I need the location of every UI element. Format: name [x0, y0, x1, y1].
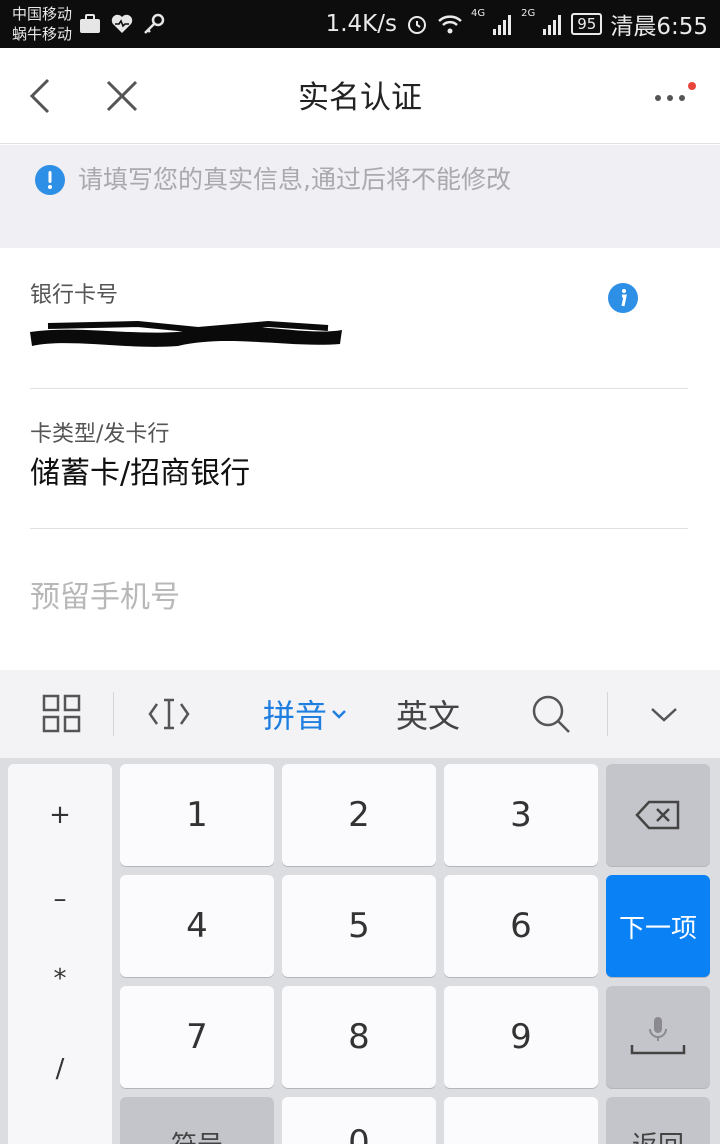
info-icon[interactable]: [608, 283, 638, 313]
heart-rate-icon: [111, 14, 133, 33]
notification-icons: [78, 12, 166, 36]
carrier-2: 蜗牛移动: [12, 25, 73, 43]
key-1[interactable]: 1: [120, 764, 274, 866]
card-number-label: 银行卡号: [30, 283, 119, 308]
key-icon: [144, 13, 165, 34]
key-4[interactable]: 4: [120, 875, 274, 977]
cursor-button[interactable]: [128, 670, 210, 758]
clock: 清晨6:55: [610, 14, 708, 40]
verification-form: 银行卡号 卡类型/发卡行 储蓄卡/招商银行 预留手机号: [0, 248, 720, 670]
more-options-icon[interactable]: [648, 78, 698, 114]
network-2g: 2G: [521, 8, 536, 19]
symbol-divide[interactable]: /: [8, 1054, 112, 1084]
card-type-label: 卡类型/发卡行: [30, 422, 170, 447]
signal-icon: [493, 15, 512, 35]
card-type-value: 储蓄卡/招商银行: [30, 456, 251, 491]
network-speed: 1.4K/s: [325, 11, 397, 37]
chevron-down-icon: [332, 710, 346, 719]
voice-space-key[interactable]: [606, 986, 710, 1088]
key-5[interactable]: 5: [282, 875, 436, 977]
toolbar-separator: [607, 692, 608, 736]
space-key[interactable]: [444, 1097, 598, 1144]
redacted-card-number: [30, 320, 342, 347]
search-icon: [532, 695, 570, 733]
notice-text: 请填写您的真实信息,通过后将不能修改: [78, 165, 511, 194]
signal-icon-2: [543, 15, 562, 35]
page-title: 实名认证: [298, 80, 422, 116]
key-2[interactable]: 2: [282, 764, 436, 866]
backspace-key[interactable]: [606, 764, 710, 866]
numeric-keyboard: + – * / . 1 2 3 4 5 6 下一项 7 8 9 符号 0 返回: [0, 758, 720, 1144]
grid-menu-button[interactable]: [22, 670, 102, 758]
status-bar: 中国移动 蜗牛移动 1.4K/s 4G 2G 95 清晨6:55: [0, 0, 720, 48]
card-type-field[interactable]: 卡类型/发卡行 储蓄卡/招商银行: [30, 420, 688, 494]
carrier-1: 中国移动: [12, 5, 73, 23]
next-field-button[interactable]: 下一项: [606, 875, 710, 977]
divider: [30, 528, 688, 529]
english-label: 英文: [395, 697, 460, 735]
english-mode-button[interactable]: 英文: [380, 670, 476, 758]
backspace-icon: [635, 800, 680, 830]
keyboard-toolbar: 拼音 英文: [0, 670, 720, 758]
key-8[interactable]: 8: [282, 986, 436, 1088]
divider: [30, 388, 688, 389]
key-3[interactable]: 3: [444, 764, 598, 866]
notice-banner: 请填写您的真实信息,通过后将不能修改: [0, 145, 720, 248]
collapse-keyboard-button[interactable]: [628, 670, 700, 758]
status-right: 1.4K/s 4G 2G 95 清晨6:55: [326, 8, 708, 40]
cursor-icon: [148, 698, 190, 730]
network-4g: 4G: [471, 8, 486, 19]
card-number-field[interactable]: 银行卡号: [30, 281, 688, 311]
pinyin-mode-button[interactable]: 拼音: [250, 670, 360, 758]
alert-icon: [35, 165, 65, 195]
symbol-plus[interactable]: +: [8, 800, 112, 830]
key-7[interactable]: 7: [120, 986, 274, 1088]
key-0[interactable]: 0: [282, 1097, 436, 1144]
alarm-icon: [408, 16, 426, 34]
microphone-icon: [630, 1017, 686, 1055]
symbol-column[interactable]: + – * / .: [8, 764, 112, 1144]
toolbar-separator: [113, 692, 114, 736]
symbol-multiply[interactable]: *: [8, 964, 112, 994]
pinyin-label: 拼音: [262, 697, 327, 735]
wifi-icon: [438, 15, 462, 34]
chevron-down-icon: [651, 708, 677, 722]
notification-dot: [688, 82, 696, 90]
symbol-dot[interactable]: .: [8, 1134, 112, 1144]
title-bar: 实名认证: [0, 48, 720, 144]
carrier-info: 中国移动 蜗牛移动: [12, 4, 72, 44]
symbols-key[interactable]: 符号: [120, 1097, 274, 1144]
briefcase-icon: [80, 14, 100, 33]
key-9[interactable]: 9: [444, 986, 598, 1088]
search-button[interactable]: [515, 670, 587, 758]
symbol-minus[interactable]: –: [8, 884, 112, 914]
return-key[interactable]: 返回: [606, 1097, 710, 1144]
key-6[interactable]: 6: [444, 875, 598, 977]
grid-icon: [42, 694, 81, 733]
phone-input[interactable]: 预留手机号: [30, 578, 180, 618]
battery-indicator: 95: [571, 13, 603, 35]
